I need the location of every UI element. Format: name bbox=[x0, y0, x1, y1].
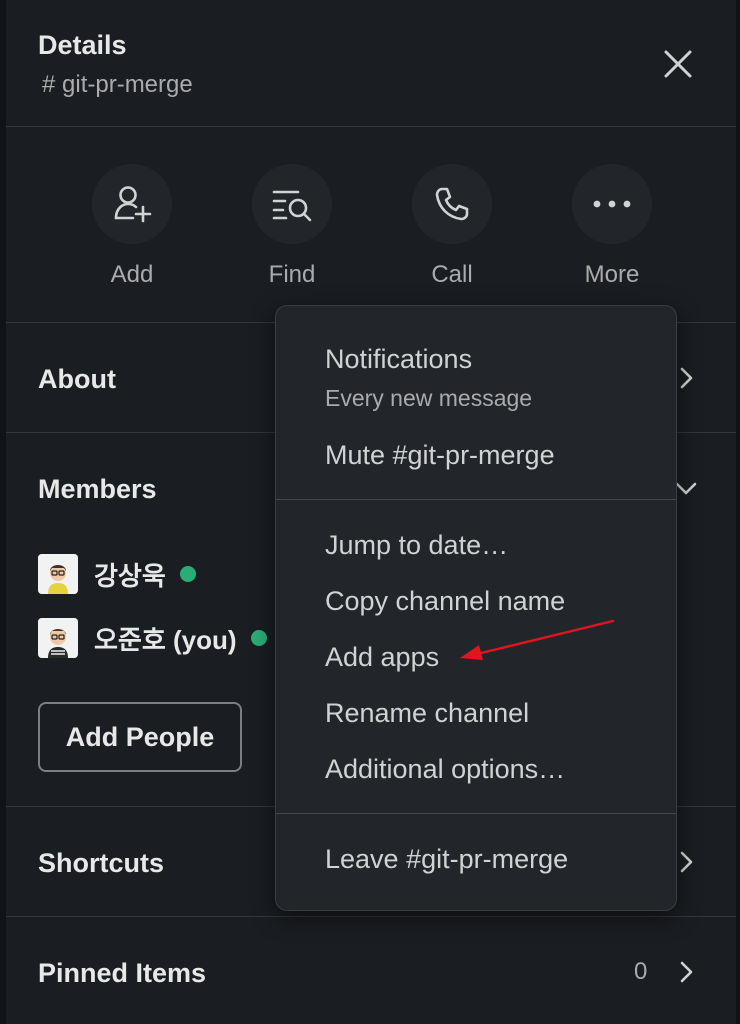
menu-item-notifications-sub: Every new message bbox=[325, 385, 533, 411]
member-row[interactable]: 강상욱 bbox=[38, 554, 196, 594]
more-action-circle[interactable] bbox=[572, 164, 652, 244]
more-action-label: More bbox=[584, 261, 640, 288]
member-name: 오준호 (you) bbox=[94, 624, 237, 655]
menu-separator bbox=[276, 499, 676, 500]
phone-icon bbox=[435, 187, 469, 221]
online-status-dot bbox=[250, 630, 267, 646]
add-action-label: Add bbox=[110, 261, 154, 288]
chevron-down-icon[interactable] bbox=[674, 476, 698, 500]
add-person-icon bbox=[114, 186, 152, 223]
avatar bbox=[38, 618, 78, 658]
find-action-button[interactable]: Find bbox=[232, 164, 352, 294]
about-section-title[interactable]: About bbox=[38, 362, 116, 396]
left-border bbox=[0, 0, 6, 1024]
menu-item-jump-to-date[interactable]: Jump to date… bbox=[325, 528, 508, 562]
pinned-items-section-title[interactable]: Pinned Items bbox=[38, 956, 206, 990]
call-action-label: Call bbox=[431, 261, 473, 288]
menu-item-mute[interactable]: Mute #git-pr-merge bbox=[325, 438, 555, 472]
find-action-circle[interactable] bbox=[252, 164, 332, 244]
avatar-image bbox=[38, 554, 78, 594]
menu-separator bbox=[276, 813, 676, 814]
add-action-button[interactable]: Add bbox=[72, 164, 192, 294]
online-status-dot bbox=[179, 566, 196, 582]
more-dots-icon bbox=[593, 200, 631, 208]
close-button[interactable] bbox=[656, 42, 700, 86]
chevron-right-icon[interactable] bbox=[674, 850, 698, 874]
menu-item-rename-channel[interactable]: Rename channel bbox=[325, 696, 529, 730]
avatar bbox=[38, 554, 78, 594]
pinned-count: 0 bbox=[634, 958, 648, 985]
more-options-menu: Notifications Every new message Mute #gi… bbox=[275, 305, 677, 911]
members-section-title[interactable]: Members bbox=[38, 472, 157, 506]
divider bbox=[6, 126, 736, 127]
divider bbox=[6, 916, 736, 917]
call-action-circle[interactable] bbox=[412, 164, 492, 244]
menu-item-leave-channel[interactable]: Leave #git-pr-merge bbox=[325, 842, 568, 876]
channel-name: # git-pr-merge bbox=[42, 71, 193, 98]
call-action-button[interactable]: Call bbox=[392, 164, 512, 294]
avatar-image bbox=[38, 618, 78, 658]
menu-item-add-apps[interactable]: Add apps bbox=[325, 640, 439, 674]
right-border bbox=[736, 0, 740, 1024]
member-row[interactable]: 오준호 (you) bbox=[38, 618, 267, 658]
menu-item-copy-channel-name[interactable]: Copy channel name bbox=[325, 584, 565, 618]
details-panel: Details # git-pr-merge Add Find Call Mor… bbox=[0, 0, 740, 1024]
close-icon bbox=[664, 50, 692, 78]
chevron-right-icon[interactable] bbox=[674, 960, 698, 984]
menu-item-notifications[interactable]: Notifications bbox=[325, 342, 472, 376]
chevron-right-icon[interactable] bbox=[674, 366, 698, 390]
member-name: 강상욱 bbox=[94, 560, 166, 591]
shortcuts-section-title[interactable]: Shortcuts bbox=[38, 846, 164, 880]
find-in-list-icon bbox=[272, 190, 312, 222]
menu-item-additional-options[interactable]: Additional options… bbox=[325, 752, 565, 786]
panel-title: Details bbox=[38, 30, 127, 60]
find-action-label: Find bbox=[268, 261, 316, 288]
add-action-circle[interactable] bbox=[92, 164, 172, 244]
more-action-button[interactable]: More bbox=[552, 164, 672, 294]
add-people-button[interactable]: Add People bbox=[38, 702, 242, 772]
